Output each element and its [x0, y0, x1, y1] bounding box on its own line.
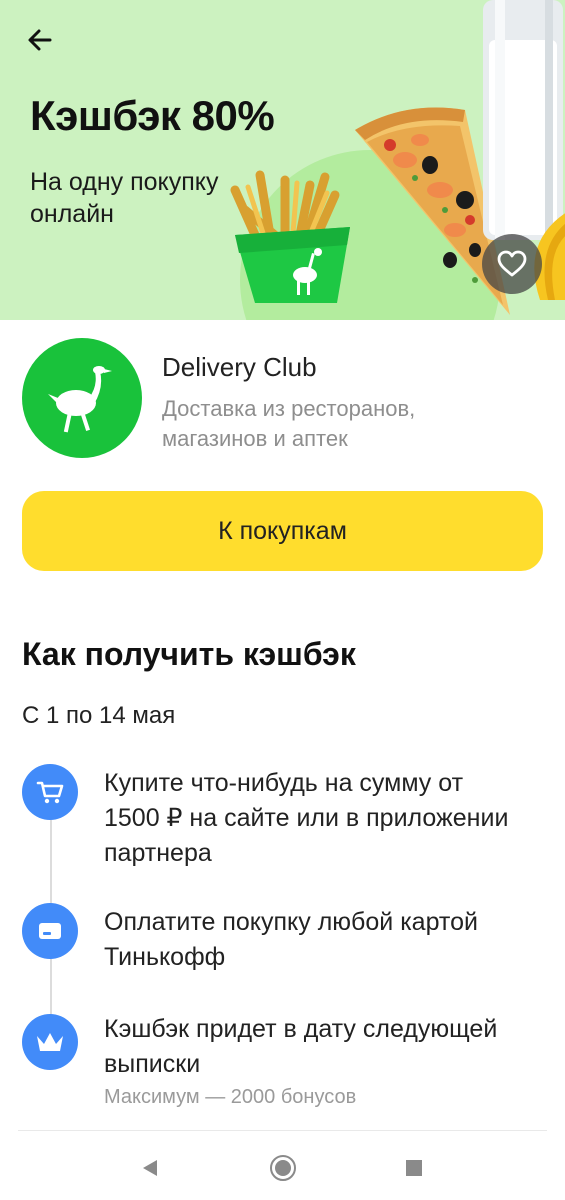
step-text-3: Кэшбэк придет в дату следующей выписки	[104, 1015, 498, 1078]
step-text-2: Оплатите покупку любой картой Тинькофф	[104, 908, 478, 971]
step-icon-3	[22, 1014, 78, 1070]
ostrich-icon	[48, 366, 112, 433]
cart-icon	[36, 781, 64, 804]
system-back-button[interactable]	[130, 1148, 170, 1188]
promo-period: С 1 по 14 мая	[22, 702, 176, 729]
step-note-3: Максимум — 2000 бонусов	[104, 1086, 357, 1108]
partner-name: Delivery Club	[162, 352, 317, 382]
favorite-button[interactable]	[482, 234, 542, 294]
heart-icon	[497, 250, 527, 277]
circle-home-icon	[270, 1155, 296, 1181]
arrow-left-icon	[28, 29, 52, 51]
hero-subtitle: На одну покупку онлайн	[30, 168, 219, 228]
card-icon	[39, 923, 61, 939]
hero-title: Кэшбэк 80%	[30, 92, 275, 139]
hero-banner: Кэшбэк 80% На одну покупку онлайн	[0, 0, 565, 320]
step-icon-1	[22, 764, 78, 820]
crown-icon	[37, 1033, 63, 1051]
system-home-button[interactable]	[263, 1148, 303, 1188]
divider	[18, 1130, 547, 1131]
step-icon-2	[22, 903, 78, 959]
square-recents-icon	[406, 1160, 422, 1176]
system-recents-button[interactable]	[394, 1148, 434, 1188]
to-shopping-button[interactable]: К покупкам	[22, 491, 543, 571]
partner-logo	[22, 338, 142, 458]
section-title: Как получить кэшбэк	[22, 636, 356, 672]
triangle-back-icon	[143, 1160, 157, 1176]
partner-description: Доставка из ресторанов, магазинов и апте…	[162, 396, 416, 451]
back-button[interactable]	[22, 22, 58, 58]
step-text-1: Купите что-нибудь на сумму от 1500 ₽ на …	[104, 769, 509, 867]
